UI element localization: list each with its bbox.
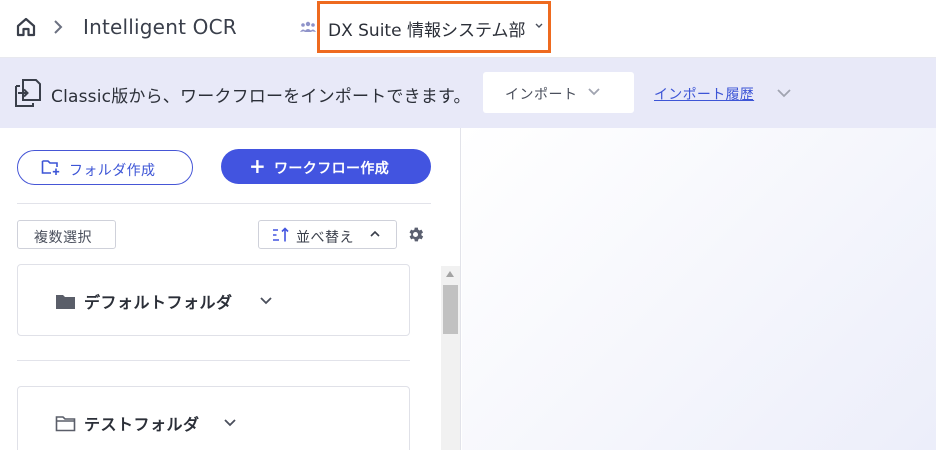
folder-name: テストフォルダ — [84, 415, 200, 434]
sort-button[interactable]: 並べ替え — [258, 220, 397, 249]
import-banner-message: Classic版から、ワークフローをインポートできます。 — [51, 87, 471, 107]
chevron-down-icon[interactable] — [259, 296, 273, 305]
scroll-thumb[interactable] — [443, 285, 458, 334]
group-icon — [300, 21, 316, 32]
chevron-up-icon — [370, 230, 380, 237]
sort-icon — [273, 227, 289, 242]
import-icon — [15, 79, 41, 107]
app-title: Intelligent OCR — [83, 15, 237, 39]
gear-icon[interactable] — [406, 225, 425, 244]
folder-name: デフォルトフォルダ — [84, 293, 233, 312]
multi-select-label: 複数選択 — [34, 230, 92, 246]
scroll-up-arrow-icon[interactable] — [446, 271, 454, 277]
create-folder-button[interactable]: フォルダ作成 — [17, 150, 193, 185]
folder-filled-icon — [56, 295, 75, 309]
chevron-down-icon[interactable] — [776, 88, 792, 98]
app-header: Intelligent OCR DX Suite 情報システム部 — [0, 0, 936, 58]
create-folder-label: フォルダ作成 — [69, 163, 156, 179]
import-dropdown-label: インポート — [505, 87, 578, 103]
home-icon[interactable] — [15, 16, 37, 38]
folder-panel: フォルダ作成 + ワークフロー作成 複数選択 並べ替え デフォルトフォルダ テス… — [0, 128, 461, 450]
department-label: DX Suite 情報システム部 — [328, 21, 526, 41]
workflow-content-area — [462, 128, 936, 450]
import-history-link[interactable]: インポート履歴 — [654, 84, 754, 104]
divider — [17, 203, 431, 204]
folder-add-icon — [41, 160, 60, 175]
chevron-right-icon — [54, 20, 63, 34]
folder-outline-icon — [55, 416, 76, 432]
multi-select-button[interactable]: 複数選択 — [17, 220, 116, 249]
folder-card-test[interactable]: テストフォルダ — [17, 386, 410, 450]
create-workflow-label: ワークフロー作成 — [274, 161, 390, 177]
import-dropdown[interactable]: インポート — [483, 72, 634, 113]
divider — [17, 360, 410, 361]
import-banner: Classic版から、ワークフローをインポートできます。 インポート インポート… — [0, 58, 936, 128]
folder-list-scrollbar[interactable] — [441, 266, 460, 450]
create-workflow-button[interactable]: + ワークフロー作成 — [221, 149, 431, 184]
chevron-down-icon — [588, 88, 600, 96]
chevron-down-icon — [535, 23, 543, 28]
department-selector[interactable]: DX Suite 情報システム部 — [317, 1, 551, 53]
sort-label: 並べ替え — [296, 230, 354, 246]
plus-icon: + — [249, 154, 266, 178]
folder-card-default[interactable]: デフォルトフォルダ — [17, 264, 410, 336]
chevron-down-icon[interactable] — [223, 418, 237, 427]
